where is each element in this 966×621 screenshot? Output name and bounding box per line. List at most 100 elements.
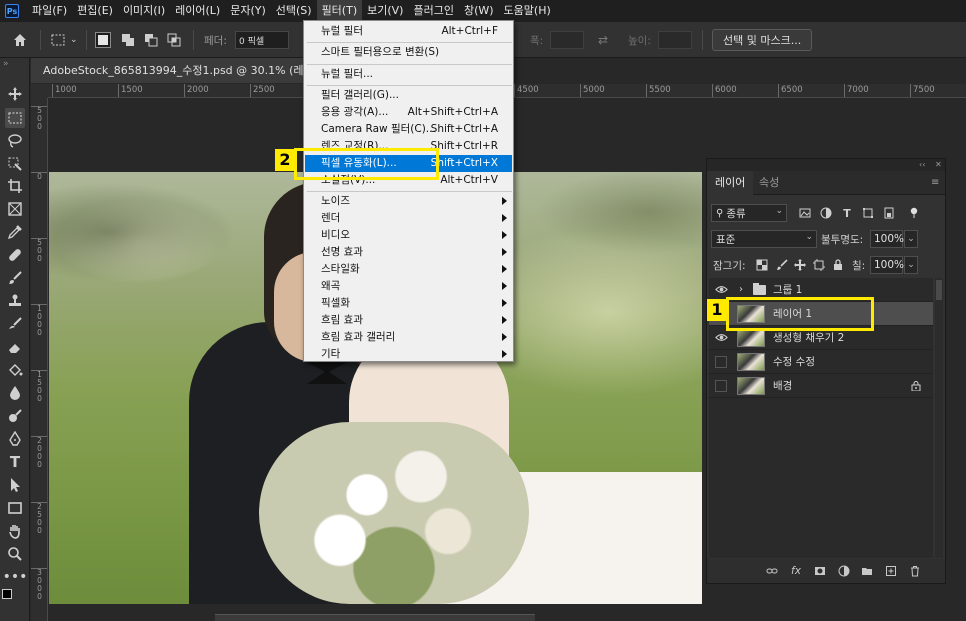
menu-item-sharpen[interactable]: 선명 효과: [305, 244, 512, 261]
brush-tool-icon[interactable]: [5, 268, 25, 288]
frame-tool-icon[interactable]: [5, 199, 25, 219]
eyedropper-tool-icon[interactable]: [5, 222, 25, 242]
scrollbar-thumb[interactable]: [936, 280, 942, 300]
fill-dropdown-icon[interactable]: ⌄: [904, 256, 918, 274]
smart-object-filter-icon[interactable]: [882, 206, 896, 220]
menu-item-distort[interactable]: 왜곡: [305, 278, 512, 295]
crop-tool-icon[interactable]: [5, 176, 25, 196]
document-tab[interactable]: AdobeStock_865813994_수정1.psd @ 30.1% (레이…: [31, 58, 313, 83]
menu-item-video[interactable]: 비디오: [305, 227, 512, 244]
tab-layers[interactable]: 레이어: [707, 171, 754, 195]
new-layer-icon[interactable]: [884, 564, 898, 578]
feather-input[interactable]: 0 픽셀: [235, 31, 289, 49]
collapse-panel-icon[interactable]: ‹‹: [919, 159, 925, 171]
fill-input[interactable]: 100%: [870, 256, 904, 274]
pen-tool-icon[interactable]: [5, 429, 25, 449]
menu-item-pixelate[interactable]: 픽셀화: [305, 295, 512, 312]
menu-help[interactable]: 도움말(H): [499, 0, 556, 22]
shape-layer-filter-icon[interactable]: [861, 206, 875, 220]
add-mask-icon[interactable]: [813, 564, 827, 578]
menu-item-stylize[interactable]: 스타일화: [305, 261, 512, 278]
menu-layer[interactable]: 레이어(L): [170, 0, 225, 22]
lock-transparent-pixels-icon[interactable]: [755, 258, 769, 272]
paint-bucket-tool-icon[interactable]: [5, 360, 25, 380]
rectangular-marquee-tool-icon[interactable]: [5, 108, 25, 128]
new-selection-icon[interactable]: [95, 22, 111, 58]
menu-item-filter-gallery[interactable]: 필터 갤러리(G)...: [305, 87, 512, 104]
menu-file[interactable]: 파일(F): [27, 0, 72, 22]
menu-item-adaptive-wide-angle[interactable]: 응용 광각(A)... Alt+Shift+Ctrl+A: [305, 104, 512, 121]
eye-icon[interactable]: [713, 282, 729, 298]
foreground-color-swatch[interactable]: [1, 588, 13, 600]
eye-icon[interactable]: [713, 330, 729, 346]
blur-tool-icon[interactable]: [5, 383, 25, 403]
pixel-layer-filter-icon[interactable]: [798, 206, 812, 220]
add-to-selection-icon[interactable]: [120, 22, 136, 58]
eraser-tool-icon[interactable]: [5, 337, 25, 357]
tab-properties[interactable]: 속성: [751, 171, 787, 195]
lasso-tool-icon[interactable]: [5, 131, 25, 151]
visibility-toggle[interactable]: [715, 379, 727, 392]
lock-all-icon[interactable]: [831, 258, 845, 272]
visibility-toggle[interactable]: [715, 355, 727, 368]
type-tool-icon[interactable]: T: [5, 452, 25, 472]
chevron-down-icon[interactable]: ⌄: [70, 22, 78, 58]
lock-artboard-icon[interactable]: [812, 258, 826, 272]
vertical-ruler[interactable]: 500 0 500 1000 1500 2000 2500 3000: [31, 98, 48, 621]
menu-item-neural-filters[interactable]: 뉴럴 필터...: [305, 66, 512, 83]
opacity-dropdown-icon[interactable]: ⌄: [904, 230, 918, 248]
menu-item-noise[interactable]: 노이즈: [305, 193, 512, 210]
dodge-tool-icon[interactable]: [5, 406, 25, 426]
layer-row-edit[interactable]: 수정 수정: [709, 350, 933, 374]
menu-view[interactable]: 보기(V): [362, 0, 408, 22]
lock-icon[interactable]: [911, 380, 921, 391]
menu-item-blur[interactable]: 흐림 효과: [305, 312, 512, 329]
layer-row-background[interactable]: 배경: [709, 374, 933, 398]
collapse-icon[interactable]: »: [3, 59, 9, 69]
intersect-selection-icon[interactable]: [166, 22, 182, 58]
swap-dimensions-icon[interactable]: ⇄: [598, 22, 608, 58]
object-selection-tool-icon[interactable]: [5, 154, 25, 174]
menu-item-neural-filter[interactable]: 뉴럴 필터 Alt+Ctrl+F: [305, 23, 512, 40]
menu-item-other[interactable]: 기타: [305, 346, 512, 363]
home-icon[interactable]: [12, 22, 32, 58]
layers-scrollbar[interactable]: [935, 278, 943, 558]
blend-mode-select[interactable]: 표준 ⌄: [711, 230, 817, 248]
select-and-mask-button[interactable]: 선택 및 마스크...: [712, 29, 813, 51]
menu-item-blur-gallery[interactable]: 흐림 효과 갤러리: [305, 329, 512, 346]
width-input[interactable]: [550, 31, 584, 49]
opacity-input[interactable]: 100%: [870, 230, 904, 248]
rectangle-tool-icon[interactable]: [5, 498, 25, 518]
menu-edit[interactable]: 편집(E): [72, 0, 118, 22]
healing-brush-tool-icon[interactable]: [5, 245, 25, 265]
history-brush-tool-icon[interactable]: [5, 314, 25, 334]
menu-plugins[interactable]: 플러그인: [408, 0, 458, 22]
path-selection-tool-icon[interactable]: [5, 475, 25, 495]
move-tool-icon[interactable]: [5, 84, 25, 104]
height-input[interactable]: [658, 31, 692, 49]
new-group-icon[interactable]: [860, 564, 874, 578]
menu-select[interactable]: 선택(S): [271, 0, 317, 22]
filter-toggle-icon[interactable]: [907, 206, 921, 220]
menu-image[interactable]: 이미지(I): [118, 0, 170, 22]
fx-icon[interactable]: fx: [789, 564, 803, 578]
panel-menu-icon[interactable]: ≡: [931, 177, 941, 188]
menu-item-render[interactable]: 렌더: [305, 210, 512, 227]
menu-type[interactable]: 문자(Y): [225, 0, 271, 22]
type-layer-filter-icon[interactable]: T: [840, 206, 854, 220]
zoom-tool-icon[interactable]: [5, 544, 25, 564]
subtract-from-selection-icon[interactable]: [143, 22, 159, 58]
menu-item-convert-smart-filters[interactable]: 스마트 필터용으로 변환(S): [305, 44, 512, 61]
more-tools-icon[interactable]: •••: [3, 567, 28, 587]
menu-filter[interactable]: 필터(T): [316, 0, 363, 22]
close-icon[interactable]: ✕: [935, 159, 942, 171]
layer-kind-select[interactable]: ⚲ 종류 ⌄: [711, 204, 787, 222]
delete-layer-icon[interactable]: [908, 564, 922, 578]
new-adjustment-layer-icon[interactable]: [837, 564, 851, 578]
hand-tool-icon[interactable]: [5, 521, 25, 541]
menu-window[interactable]: 창(W): [459, 0, 499, 22]
clone-stamp-tool-icon[interactable]: [5, 291, 25, 311]
chevron-right-icon[interactable]: ›: [739, 284, 743, 295]
lock-position-icon[interactable]: [793, 258, 807, 272]
marquee-tool-preset-icon[interactable]: [50, 22, 66, 58]
